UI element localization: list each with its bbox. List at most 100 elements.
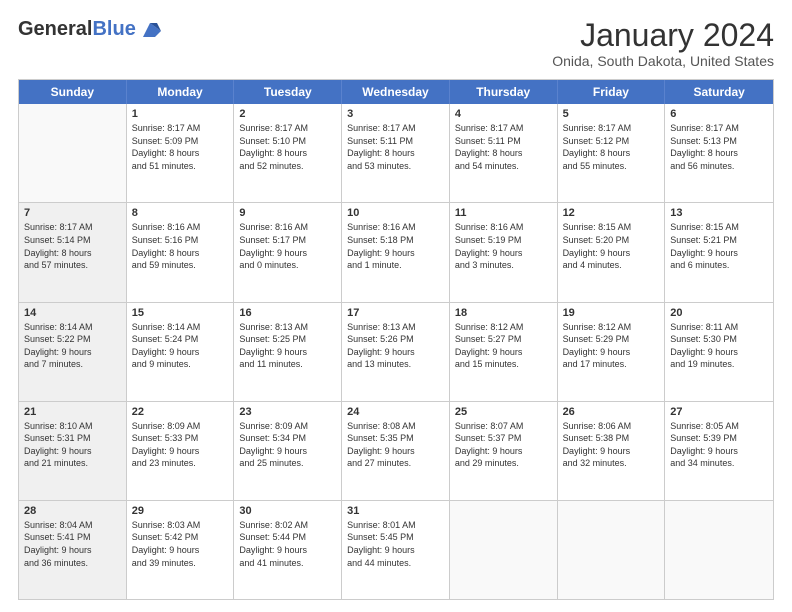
calendar-cell: 31Sunrise: 8:01 AMSunset: 5:45 PMDayligh…	[342, 501, 450, 599]
cell-info-line: Sunrise: 8:12 AM	[455, 321, 552, 334]
day-number: 19	[563, 307, 660, 319]
cell-info-line: and 1 minute.	[347, 259, 444, 272]
cell-info-line: and 4 minutes.	[563, 259, 660, 272]
cell-info-line: and 55 minutes.	[563, 160, 660, 173]
cell-info-line: and 15 minutes.	[455, 358, 552, 371]
cell-info-line: and 56 minutes.	[670, 160, 768, 173]
cell-info-line: and 9 minutes.	[132, 358, 229, 371]
calendar-cell: 5Sunrise: 8:17 AMSunset: 5:12 PMDaylight…	[558, 104, 666, 202]
day-number: 20	[670, 307, 768, 319]
cell-info-line: Sunset: 5:10 PM	[239, 135, 336, 148]
cell-info-line: Sunset: 5:25 PM	[239, 333, 336, 346]
cell-info-line: Sunset: 5:38 PM	[563, 432, 660, 445]
cell-info-line: Daylight: 9 hours	[347, 445, 444, 458]
cell-info-line: Sunset: 5:22 PM	[24, 333, 121, 346]
day-number: 29	[132, 505, 229, 517]
cell-info-line: and 32 minutes.	[563, 457, 660, 470]
cell-info-line: Daylight: 9 hours	[132, 346, 229, 359]
cell-info-line: Sunrise: 8:17 AM	[132, 122, 229, 135]
cell-info-line: Sunrise: 8:17 AM	[24, 221, 121, 234]
logo-text: GeneralBlue	[18, 18, 136, 41]
cell-info-line: Sunset: 5:11 PM	[455, 135, 552, 148]
weekday-header: Thursday	[450, 80, 558, 104]
weekday-header: Friday	[558, 80, 666, 104]
calendar-body: 1Sunrise: 8:17 AMSunset: 5:09 PMDaylight…	[19, 104, 773, 599]
cell-info-line: and 36 minutes.	[24, 557, 121, 570]
cell-info-line: Sunrise: 8:11 AM	[670, 321, 768, 334]
cell-info-line: and 6 minutes.	[670, 259, 768, 272]
cell-info-line: Sunset: 5:18 PM	[347, 234, 444, 247]
day-number: 25	[455, 406, 552, 418]
cell-info-line: Daylight: 9 hours	[239, 346, 336, 359]
cell-info-line: Daylight: 9 hours	[239, 445, 336, 458]
day-number: 4	[455, 108, 552, 120]
day-number: 2	[239, 108, 336, 120]
cell-info-line: Sunrise: 8:01 AM	[347, 519, 444, 532]
cell-info-line: Daylight: 9 hours	[347, 544, 444, 557]
cell-info-line: and 57 minutes.	[24, 259, 121, 272]
cell-info-line: Sunrise: 8:17 AM	[670, 122, 768, 135]
calendar-cell: 18Sunrise: 8:12 AMSunset: 5:27 PMDayligh…	[450, 303, 558, 401]
cell-info-line: Daylight: 9 hours	[347, 247, 444, 260]
cell-info-line: Daylight: 8 hours	[132, 247, 229, 260]
calendar-cell: 2Sunrise: 8:17 AMSunset: 5:10 PMDaylight…	[234, 104, 342, 202]
cell-info-line: and 59 minutes.	[132, 259, 229, 272]
cell-info-line: Sunrise: 8:09 AM	[132, 420, 229, 433]
cell-info-line: and 27 minutes.	[347, 457, 444, 470]
cell-info-line: Daylight: 9 hours	[563, 445, 660, 458]
calendar-cell: 8Sunrise: 8:16 AMSunset: 5:16 PMDaylight…	[127, 203, 235, 301]
calendar-cell: 12Sunrise: 8:15 AMSunset: 5:20 PMDayligh…	[558, 203, 666, 301]
cell-info-line: Sunrise: 8:16 AM	[132, 221, 229, 234]
cell-info-line: Sunset: 5:37 PM	[455, 432, 552, 445]
cell-info-line: Sunrise: 8:17 AM	[563, 122, 660, 135]
day-number: 21	[24, 406, 121, 418]
cell-info-line: Sunset: 5:16 PM	[132, 234, 229, 247]
cell-info-line: Sunset: 5:11 PM	[347, 135, 444, 148]
weekday-header: Wednesday	[342, 80, 450, 104]
cell-info-line: Sunset: 5:26 PM	[347, 333, 444, 346]
cell-info-line: and 41 minutes.	[239, 557, 336, 570]
calendar-cell	[558, 501, 666, 599]
day-number: 15	[132, 307, 229, 319]
cell-info-line: Daylight: 8 hours	[24, 247, 121, 260]
cell-info-line: Daylight: 9 hours	[670, 247, 768, 260]
cell-info-line: Sunset: 5:35 PM	[347, 432, 444, 445]
calendar-cell: 7Sunrise: 8:17 AMSunset: 5:14 PMDaylight…	[19, 203, 127, 301]
cell-info-line: Sunrise: 8:13 AM	[347, 321, 444, 334]
calendar-page: GeneralBlue January 2024 Onida, South Da…	[0, 0, 792, 612]
cell-info-line: Daylight: 8 hours	[455, 147, 552, 160]
cell-info-line: Sunrise: 8:02 AM	[239, 519, 336, 532]
logo: GeneralBlue	[18, 18, 161, 41]
cell-info-line: and 17 minutes.	[563, 358, 660, 371]
cell-info-line: Sunset: 5:13 PM	[670, 135, 768, 148]
cell-info-line: Sunset: 5:17 PM	[239, 234, 336, 247]
cell-info-line: Daylight: 9 hours	[455, 247, 552, 260]
day-number: 6	[670, 108, 768, 120]
calendar-cell: 28Sunrise: 8:04 AMSunset: 5:41 PMDayligh…	[19, 501, 127, 599]
day-number: 17	[347, 307, 444, 319]
day-number: 30	[239, 505, 336, 517]
calendar-cell	[19, 104, 127, 202]
cell-info-line: and 29 minutes.	[455, 457, 552, 470]
cell-info-line: Daylight: 8 hours	[670, 147, 768, 160]
cell-info-line: Sunset: 5:14 PM	[24, 234, 121, 247]
cell-info-line: Daylight: 9 hours	[347, 346, 444, 359]
location-title: Onida, South Dakota, United States	[552, 53, 774, 69]
calendar-row: 1Sunrise: 8:17 AMSunset: 5:09 PMDaylight…	[19, 104, 773, 203]
cell-info-line: and 21 minutes.	[24, 457, 121, 470]
calendar-cell: 13Sunrise: 8:15 AMSunset: 5:21 PMDayligh…	[665, 203, 773, 301]
cell-info-line: Sunrise: 8:14 AM	[24, 321, 121, 334]
cell-info-line: Sunset: 5:30 PM	[670, 333, 768, 346]
day-number: 10	[347, 207, 444, 219]
cell-info-line: Sunrise: 8:08 AM	[347, 420, 444, 433]
cell-info-line: Sunset: 5:31 PM	[24, 432, 121, 445]
calendar-cell: 19Sunrise: 8:12 AMSunset: 5:29 PMDayligh…	[558, 303, 666, 401]
cell-info-line: Sunrise: 8:15 AM	[670, 221, 768, 234]
day-number: 22	[132, 406, 229, 418]
cell-info-line: and 44 minutes.	[347, 557, 444, 570]
cell-info-line: Sunset: 5:12 PM	[563, 135, 660, 148]
cell-info-line: Daylight: 9 hours	[132, 445, 229, 458]
cell-info-line: Daylight: 9 hours	[455, 445, 552, 458]
cell-info-line: Sunrise: 8:16 AM	[239, 221, 336, 234]
cell-info-line: and 53 minutes.	[347, 160, 444, 173]
